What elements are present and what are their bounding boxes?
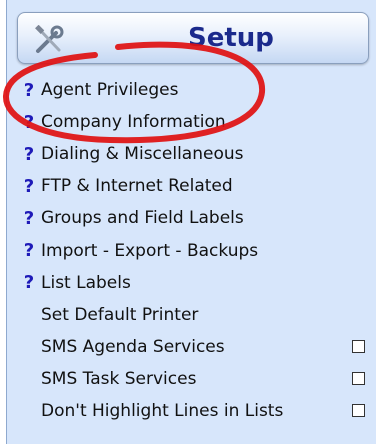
menu-item-import-export-backups[interactable]: ? Import - Export - Backups xyxy=(17,234,376,266)
sms-task-checkbox[interactable] xyxy=(352,371,365,385)
menu-item-label: Dialing & Miscellaneous xyxy=(41,144,244,165)
setup-menu: ? Agent Privileges ? Company Information… xyxy=(17,74,376,427)
menu-item-label: Don't Highlight Lines in Lists xyxy=(41,400,284,421)
menu-item-groups-field-labels[interactable]: ? Groups and Field Labels xyxy=(17,202,376,234)
menu-item-list-labels[interactable]: ? List Labels xyxy=(17,267,376,299)
menu-item-agent-privileges[interactable]: ? Agent Privileges xyxy=(17,74,376,106)
menu-item-company-information[interactable]: ? Company Information xyxy=(17,106,376,138)
setup-header[interactable]: Setup xyxy=(17,12,369,64)
help-icon[interactable]: ? xyxy=(17,144,41,165)
menu-item-dont-highlight-lines[interactable]: Don't Highlight Lines in Lists xyxy=(17,395,376,427)
dont-highlight-checkbox[interactable] xyxy=(352,403,365,417)
menu-item-label: Set Default Printer xyxy=(41,304,199,325)
menu-item-set-default-printer[interactable]: Set Default Printer xyxy=(17,299,376,331)
menu-item-ftp-internet[interactable]: ? FTP & Internet Related xyxy=(17,170,376,202)
help-icon[interactable]: ? xyxy=(17,208,41,229)
menu-item-dialing-miscellaneous[interactable]: ? Dialing & Miscellaneous xyxy=(17,138,376,170)
menu-item-label: SMS Task Services xyxy=(41,368,197,389)
help-icon[interactable]: ? xyxy=(17,112,41,133)
menu-item-label: SMS Agenda Services xyxy=(41,336,225,357)
menu-item-label: Groups and Field Labels xyxy=(41,208,244,229)
setup-panel: Setup ? Agent Privileges ? Company Infor… xyxy=(6,0,376,444)
menu-item-label: Company Information xyxy=(41,112,226,133)
help-icon[interactable]: ? xyxy=(17,80,41,101)
help-icon[interactable]: ? xyxy=(17,272,41,293)
menu-item-label: Agent Privileges xyxy=(41,80,179,101)
help-icon[interactable]: ? xyxy=(17,176,41,197)
help-icon[interactable]: ? xyxy=(17,240,41,261)
sms-agenda-checkbox[interactable] xyxy=(352,339,365,353)
menu-item-label: FTP & Internet Related xyxy=(41,176,233,197)
menu-item-sms-agenda-services[interactable]: SMS Agenda Services xyxy=(17,331,376,363)
menu-item-label: Import - Export - Backups xyxy=(41,240,259,261)
menu-item-label: List Labels xyxy=(41,272,131,293)
tools-icon xyxy=(35,25,64,53)
menu-item-sms-task-services[interactable]: SMS Task Services xyxy=(17,363,376,395)
page-title: Setup xyxy=(188,23,274,53)
